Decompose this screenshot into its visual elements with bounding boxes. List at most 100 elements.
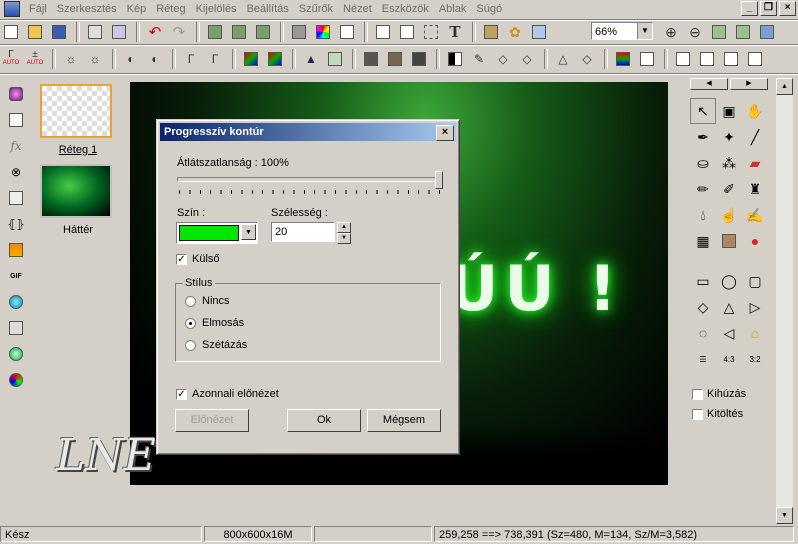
menu-edit[interactable]: Szerkesztés: [52, 0, 122, 18]
image-icon-1[interactable]: [204, 21, 226, 43]
rounded-rect-icon[interactable]: ▢: [742, 268, 768, 294]
vertical-scrollbar[interactable]: ▲ ▼: [776, 78, 793, 524]
frame-icon-3[interactable]: [720, 48, 742, 70]
levels-icon[interactable]: [324, 48, 346, 70]
frame-tool-icon[interactable]: [6, 188, 26, 208]
line-icon[interactable]: ╱: [742, 124, 768, 150]
frame-icon-1[interactable]: [672, 48, 694, 70]
lasso-icon[interactable]: ◌: [690, 320, 716, 346]
scroll-left-icon[interactable]: ◀: [690, 78, 728, 90]
selection-tool-icon[interactable]: ▣: [716, 98, 742, 124]
hand-icon[interactable]: ✋: [742, 98, 768, 124]
invert-icon[interactable]: [444, 48, 466, 70]
fit-icon-1[interactable]: [708, 21, 730, 43]
selection-icon[interactable]: [420, 21, 442, 43]
image-icon-3[interactable]: [252, 21, 274, 43]
stroke-checkbox-row[interactable]: Kihúzás: [692, 388, 746, 400]
menu-view[interactable]: Nézet: [338, 0, 377, 18]
gif-icon[interactable]: GIF: [6, 266, 26, 286]
eyedropper-icon[interactable]: ✒: [690, 124, 716, 150]
triangle-icon[interactable]: △: [552, 48, 574, 70]
opacity-slider-track[interactable]: [177, 177, 441, 182]
text-icon[interactable]: T: [444, 21, 466, 43]
drop-icon[interactable]: ◇: [492, 48, 514, 70]
doc-icon[interactable]: [6, 318, 26, 338]
palette-icon[interactable]: [312, 21, 334, 43]
gray-icon[interactable]: [288, 21, 310, 43]
run-icon-1[interactable]: [372, 21, 394, 43]
color-picker[interactable]: ▼: [176, 222, 258, 244]
fill-checkbox[interactable]: [692, 408, 703, 420]
grid-icon-1[interactable]: [360, 48, 382, 70]
gamma-auto-icon[interactable]: Γ AUTO: [0, 48, 22, 70]
scroll-right-icon[interactable]: ▶: [730, 78, 768, 90]
zoom-select[interactable]: 66% ▼: [591, 22, 653, 40]
drop-blur-icon[interactable]: ◇: [516, 48, 538, 70]
gamma-up-icon[interactable]: Γ: [204, 48, 226, 70]
smudge-icon[interactable]: ☝: [716, 202, 742, 228]
redo-icon[interactable]: ↷: [168, 21, 190, 43]
layers-icon[interactable]: [480, 21, 502, 43]
width-input[interactable]: 20: [271, 222, 335, 242]
menu-image[interactable]: Kép: [122, 0, 152, 18]
radio-none[interactable]: [185, 295, 196, 307]
frame-icon-2[interactable]: [696, 48, 718, 70]
levels-auto-icon[interactable]: ± AUTO: [24, 48, 46, 70]
print-preview-icon[interactable]: [108, 21, 130, 43]
run-icon-2[interactable]: [396, 21, 418, 43]
chevron-down-icon[interactable]: ▼: [241, 224, 256, 240]
ellipse-icon[interactable]: ◯: [716, 268, 742, 294]
grid-icon-2[interactable]: [384, 48, 406, 70]
sphere-icon[interactable]: [6, 84, 26, 104]
figure-icon[interactable]: [336, 21, 358, 43]
contrast-down-icon[interactable]: ◐: [120, 48, 142, 70]
live-preview-checkbox-row[interactable]: ✓ Azonnali előnézet: [176, 388, 279, 400]
rgb-circles-icon[interactable]: [6, 370, 26, 390]
chevron-down-icon[interactable]: ▼: [637, 23, 652, 39]
zoom-in-icon[interactable]: ⊕: [660, 21, 682, 43]
rings-icon[interactable]: ⊗: [6, 162, 26, 182]
paint-brush-icon[interactable]: ✍: [742, 202, 768, 228]
globe-icon[interactable]: [6, 292, 26, 312]
ratio-43-icon[interactable]: 4:3: [716, 346, 742, 372]
polygon-icon[interactable]: ◁: [716, 320, 742, 346]
drop-sharpen-icon[interactable]: ◇: [576, 48, 598, 70]
triangle-shape-icon[interactable]: △: [716, 294, 742, 320]
pointer-icon[interactable]: ↖: [690, 98, 716, 124]
brush-icon[interactable]: ✎: [468, 48, 490, 70]
ball-icon[interactable]: [6, 344, 26, 364]
open-shape-icon[interactable]: ⌂: [742, 320, 768, 346]
brightness-up-icon[interactable]: ☼: [84, 48, 106, 70]
blur-drop-icon[interactable]: 💧︎: [690, 202, 716, 228]
save-icon[interactable]: [48, 21, 70, 43]
brightness-down-icon[interactable]: ☼: [60, 48, 82, 70]
minimize-button[interactable]: _: [741, 1, 758, 16]
scroll-up-icon[interactable]: ▲: [776, 78, 793, 95]
zoom-out-icon[interactable]: ⊖: [684, 21, 706, 43]
close-button[interactable]: ×: [779, 1, 796, 16]
fill-bucket-icon[interactable]: ⛀: [690, 150, 716, 176]
menu-tools[interactable]: Eszközök: [377, 0, 434, 18]
ok-button[interactable]: Ok: [287, 409, 361, 432]
fit-icon-2[interactable]: [732, 21, 754, 43]
page-icon[interactable]: [6, 110, 26, 130]
radio-blur[interactable]: [185, 317, 196, 329]
spin-down-icon[interactable]: ▼: [337, 233, 351, 244]
width-stepper[interactable]: ▲ ▼: [337, 222, 351, 244]
strawberry-icon[interactable]: ●: [742, 228, 768, 254]
diamond-icon[interactable]: ◇: [690, 294, 716, 320]
gradient-icon[interactable]: [6, 240, 26, 260]
menu-file[interactable]: Fájl: [24, 0, 52, 18]
rgb-up-icon[interactable]: [264, 48, 286, 70]
frame-icon-4[interactable]: [744, 48, 766, 70]
menu-settings[interactable]: Beállítás: [242, 0, 294, 18]
layer-thumb-1[interactable]: [40, 84, 112, 138]
rectangle-icon[interactable]: ▭: [690, 268, 716, 294]
menu-window[interactable]: Ablak: [434, 0, 472, 18]
style-radio-blur[interactable]: Elmosás: [185, 317, 244, 329]
outer-checkbox[interactable]: ✓: [176, 253, 187, 265]
radio-scatter[interactable]: [185, 339, 196, 351]
contrast-up-icon[interactable]: ◐: [144, 48, 166, 70]
new-file-icon[interactable]: [0, 21, 22, 43]
undo-icon[interactable]: ↶: [144, 21, 166, 43]
